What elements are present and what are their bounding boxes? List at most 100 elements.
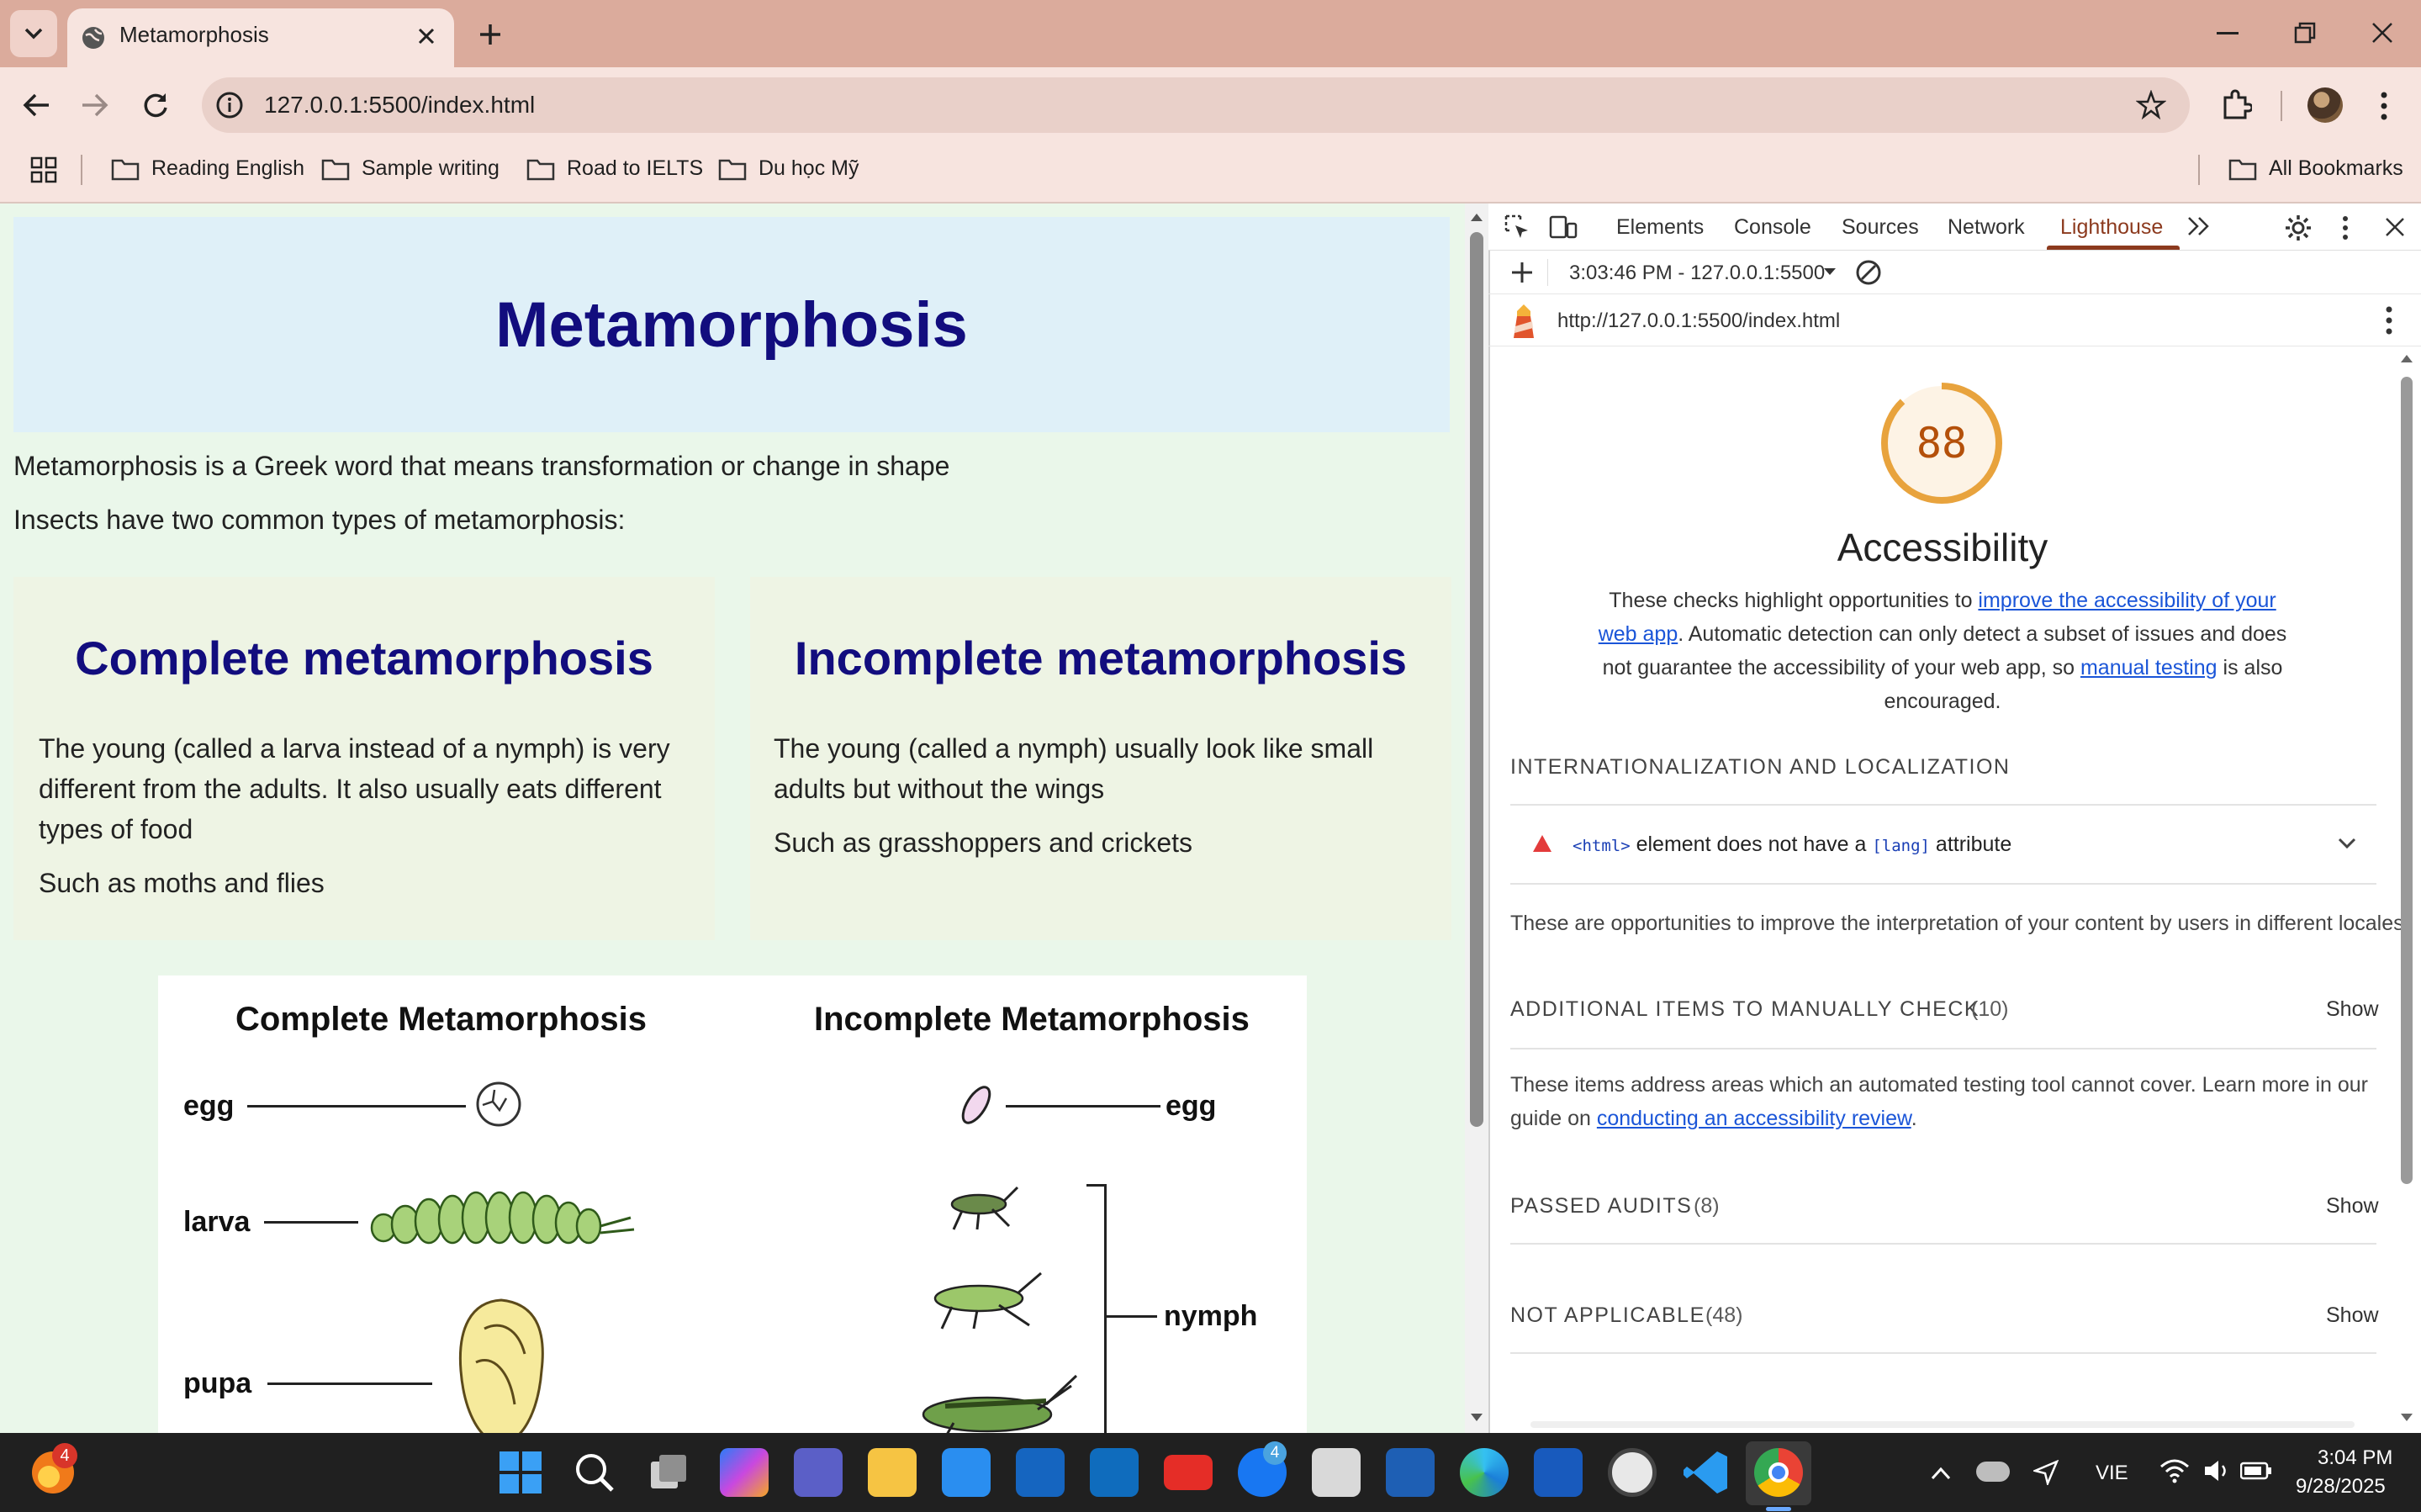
not-applicable-show[interactable]: Show <box>2326 1303 2379 1328</box>
minimize-icon[interactable] <box>2217 32 2239 35</box>
app-icon[interactable] <box>1016 1448 1065 1497</box>
tray-overflow-icon[interactable] <box>1931 1467 1951 1480</box>
chrome-running-indicator <box>1766 1507 1791 1511</box>
toolbar-divider <box>1547 259 1548 286</box>
bookmark-folder-du-hoc-my[interactable]: Du học Mỹ <box>718 156 859 181</box>
bookmark-folder-reading-english[interactable]: Reading English <box>111 156 304 181</box>
larva-label: larva <box>183 1206 251 1238</box>
footer-bar-partial <box>1530 1421 2355 1428</box>
scroll-up-icon[interactable] <box>1470 212 1483 222</box>
volume-icon[interactable] <box>2203 1458 2232 1483</box>
restore-icon[interactable] <box>2294 22 2316 44</box>
devtools-menu-icon[interactable] <box>2341 215 2350 241</box>
manual-check-note: These items address areas which an autom… <box>1510 1068 2376 1135</box>
scrollbar-thumb[interactable] <box>1470 232 1483 1127</box>
language-indicator[interactable]: VIE <box>2096 1462 2128 1485</box>
address-bar[interactable]: 127.0.0.1:5500/index.html <box>202 77 2190 133</box>
scroll-down-icon[interactable] <box>1470 1413 1483 1423</box>
category-title: Accessibility <box>1837 526 2048 569</box>
wifi-icon[interactable] <box>2159 1458 2190 1483</box>
search-icon[interactable] <box>574 1451 616 1493</box>
bookmark-folder-sample-writing[interactable]: Sample writing <box>321 156 500 181</box>
scroll-down-icon[interactable] <box>2400 1413 2413 1423</box>
manual-check-show[interactable]: Show <box>2326 997 2379 1022</box>
close-tab-icon[interactable] <box>417 27 436 45</box>
teams-icon[interactable] <box>794 1448 843 1497</box>
windows-start-icon[interactable] <box>500 1451 542 1493</box>
clock-time[interactable]: 3:04 PM <box>2318 1446 2392 1470</box>
task-view-icon[interactable] <box>648 1451 690 1493</box>
clock-date[interactable]: 9/28/2025 <box>2296 1475 2386 1499</box>
audit-html-lang[interactable]: <html> element does not have a [lang] at… <box>1510 806 2376 883</box>
edge-icon[interactable] <box>1460 1448 1509 1497</box>
passed-audits-show[interactable]: Show <box>2326 1194 2379 1219</box>
inspect-element-icon[interactable] <box>1504 214 1530 241</box>
microsoft-store-icon[interactable] <box>942 1448 991 1497</box>
youtube-icon[interactable] <box>1164 1455 1213 1490</box>
report-select[interactable]: 3:03:46 PM - 127.0.0.1:5500 <box>1569 262 1825 285</box>
onedrive-icon[interactable] <box>1976 1462 2010 1482</box>
outlook-new-icon[interactable] <box>1386 1448 1435 1497</box>
battery-icon[interactable] <box>2240 1462 2272 1480</box>
accessibility-review-link[interactable]: conducting an accessibility review <box>1597 1107 1911 1130</box>
extensions-icon[interactable] <box>2220 89 2252 121</box>
all-bookmarks-button[interactable]: All Bookmarks <box>2228 156 2403 181</box>
scroll-up-icon[interactable] <box>2400 353 2413 363</box>
clock-app-icon[interactable] <box>1608 1448 1657 1497</box>
more-tabs-icon[interactable] <box>2186 215 2212 237</box>
not-applicable-header[interactable]: NOT APPLICABLE (48) Show <box>1510 1297 2379 1337</box>
bookmark-star-icon[interactable] <box>2136 90 2166 120</box>
manual-check-header[interactable]: ADDITIONAL ITEMS TO MANUALLY CHECK (10) … <box>1510 991 2379 1031</box>
menu-kebab-icon[interactable] <box>2380 91 2388 121</box>
tab-console[interactable]: Console <box>1734 215 1811 240</box>
not-applicable-title: NOT APPLICABLE <box>1510 1303 1705 1327</box>
tab-search-button[interactable] <box>10 10 57 57</box>
tab-lighthouse[interactable]: Lighthouse <box>2060 215 2163 240</box>
expand-chevron-icon[interactable] <box>2338 838 2356 849</box>
outlook-icon[interactable] <box>1090 1448 1139 1497</box>
manual-testing-link[interactable]: manual testing <box>2080 656 2217 679</box>
report-menu-icon[interactable] <box>2385 306 2393 335</box>
active-tab-indicator <box>2047 246 2180 250</box>
globe-icon <box>82 27 104 49</box>
printer-icon[interactable] <box>1312 1448 1361 1497</box>
apps-grid-icon[interactable] <box>30 156 57 183</box>
folder-icon <box>111 159 140 180</box>
new-tab-icon[interactable] <box>478 22 503 47</box>
site-info-icon[interactable] <box>215 91 244 119</box>
folder-icon <box>526 159 555 180</box>
caterpillar-illustration <box>370 1191 635 1245</box>
file-explorer-icon[interactable] <box>868 1448 917 1497</box>
clear-reports-icon[interactable] <box>1855 259 1882 286</box>
dropdown-arrow-icon[interactable] <box>1823 267 1837 276</box>
back-icon[interactable] <box>22 93 50 118</box>
url-text[interactable]: 127.0.0.1:5500/index.html <box>264 92 535 119</box>
pupa-label: pupa <box>183 1367 252 1399</box>
scrollbar-thumb[interactable] <box>2401 377 2413 1184</box>
close-window-icon[interactable] <box>2371 22 2393 44</box>
page-scrollbar[interactable] <box>1465 204 1488 1433</box>
device-toolbar-icon[interactable] <box>1549 214 1578 241</box>
devtools-tab-bar: Elements Console Sources Network Lightho… <box>1488 204 2421 251</box>
settings-gear-icon[interactable] <box>2284 214 2313 242</box>
close-devtools-icon[interactable] <box>2385 217 2405 237</box>
notification-badge: 4 <box>52 1443 77 1468</box>
tab-elements[interactable]: Elements <box>1616 215 1704 240</box>
lighthouse-logo-icon <box>1514 304 1534 338</box>
reload-icon[interactable] <box>141 91 170 119</box>
profile-avatar[interactable] <box>2307 87 2343 123</box>
copilot-icon[interactable] <box>720 1448 769 1497</box>
vscode-icon[interactable] <box>1682 1448 1731 1497</box>
tab-sources[interactable]: Sources <box>1842 215 1919 240</box>
bookmark-folder-road-to-ielts[interactable]: Road to IELTS <box>526 156 703 181</box>
location-icon[interactable] <box>2033 1460 2059 1485</box>
nymph-egg-illustration <box>961 1086 991 1124</box>
devtools-scrollbar[interactable] <box>2397 348 2417 1433</box>
tab-active[interactable]: Metamorphosis <box>67 8 454 69</box>
tab-network[interactable]: Network <box>1948 215 2025 240</box>
word-icon[interactable] <box>1534 1448 1583 1497</box>
nymph-label: nymph <box>1164 1300 1258 1332</box>
new-report-icon[interactable] <box>1510 261 1534 284</box>
passed-audits-header[interactable]: PASSED AUDITS (8) Show <box>1510 1187 2379 1228</box>
forward-icon[interactable] <box>81 93 109 118</box>
